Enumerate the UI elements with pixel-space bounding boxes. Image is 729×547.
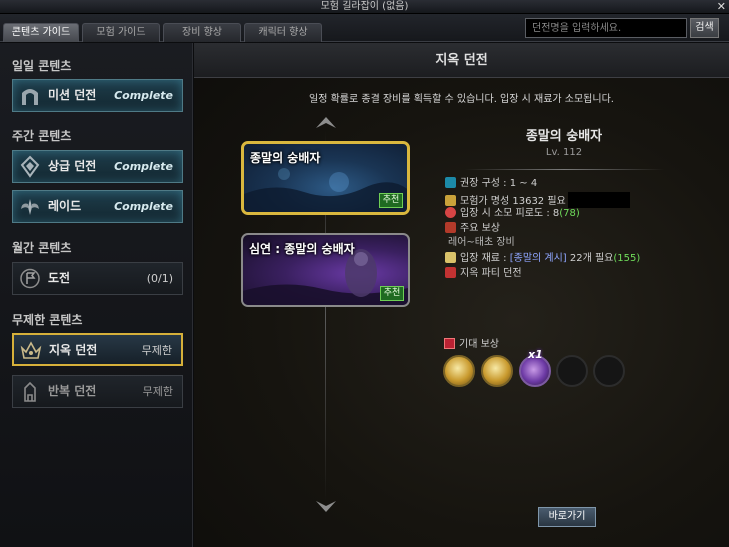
dungeon-card-doom-worshipper[interactable]: 종말의 숭배자 추천 — [241, 141, 410, 215]
section-label-unlimited: 무제한 콘텐츠 — [12, 313, 83, 327]
dungeon-card-title: 심연 : 종말의 숭배자 — [249, 242, 355, 256]
sidebar-item-raid[interactable]: 레이드 Complete — [12, 190, 183, 223]
gate-icon — [22, 89, 38, 105]
tab-character-upgrade[interactable]: 캐릭터 향상 — [244, 23, 322, 42]
hell-crown-icon — [20, 341, 42, 359]
crest-icon — [20, 155, 40, 178]
main-panel: 지옥 던전 일정 확률로 종결 장비를 획득할 수 있습니다. 입장 시 재료가… — [194, 43, 729, 547]
sidebar-item-repeat-dungeon[interactable]: 반복 던전 무제한 — [12, 375, 183, 408]
dungeon-card-title: 종말의 숭배자 — [250, 151, 321, 165]
fatigue-icon — [445, 207, 456, 218]
sidebar-item-label: 지옥 던전 — [49, 343, 98, 357]
flag-icon — [20, 268, 40, 289]
hell-party-icon — [445, 267, 456, 278]
info-row-party-type: 지옥 파티 던전 — [445, 267, 522, 281]
section-label-monthly: 월간 콘텐츠 — [12, 241, 72, 255]
dungeon-description: 일정 확률로 종결 장비를 획득할 수 있습니다. 입장 시 재료가 소모됩니다… — [309, 94, 614, 105]
info-row-main-reward: 주요 보상 — [445, 222, 500, 236]
fame-icon — [445, 195, 456, 206]
search-button[interactable]: 검색 — [690, 18, 719, 38]
window-title-bar: 모험 길라잡이 (없음) ✕ — [0, 0, 729, 14]
reward-chest-icon — [444, 338, 455, 349]
wings-icon — [21, 199, 39, 215]
status-unlimited: 무제한 — [141, 344, 172, 357]
reward-chest-icon — [445, 222, 456, 233]
sidebar-item-advanced-dungeon[interactable]: 상급 던전 Complete — [12, 150, 183, 183]
dungeon-detail-level: Lv. 112 — [545, 147, 583, 158]
redacted-box — [567, 192, 630, 208]
tab-adventure-guide[interactable]: 모험 가이드 — [82, 23, 160, 42]
sidebar-item-label: 반복 던전 — [48, 384, 97, 398]
status-complete: Complete — [114, 200, 173, 213]
sidebar-item-label: 레이드 — [48, 199, 82, 213]
main-reward-value: 레어~태초 장비 — [448, 237, 515, 248]
sidebar: 일일 콘텐츠 미션 던전 Complete 주간 콘텐츠 상급 던전 Compl… — [0, 43, 193, 547]
section-label-weekly: 주간 콘텐츠 — [12, 129, 72, 143]
gold-mystery-icon[interactable] — [481, 355, 513, 387]
recommend-badge: 추천 — [380, 286, 404, 301]
info-row-party: 권장 구성 : 1 ~ 4 — [445, 177, 537, 191]
sidebar-item-label: 도전 — [48, 271, 71, 285]
tab-equipment-upgrade[interactable]: 장비 향상 — [163, 23, 241, 42]
sidebar-item-challenge[interactable]: 도전 (0/1) — [12, 262, 183, 295]
page-title: 지옥 던전 — [435, 53, 488, 68]
detail-divider — [464, 169, 664, 170]
sidebar-item-label: 상급 던전 — [48, 159, 97, 173]
party-icon — [445, 177, 456, 188]
info-row-fame: 모험가 명성 13632 필요 — [445, 192, 630, 208]
reward-multiplier: x1 — [528, 348, 543, 361]
main-header: 지옥 던전 — [194, 43, 729, 78]
expected-reward-label: 기대 보상 — [444, 335, 499, 350]
tab-content-guide[interactable]: 콘텐츠 가이드 — [3, 23, 79, 42]
key-icon — [445, 252, 456, 263]
dungeon-card-abyss-doom-worshipper[interactable]: 심연 : 종말의 숭배자 추천 — [241, 233, 410, 307]
window-title: 모험 길라잡이 (없음) — [320, 1, 409, 12]
dungeon-search-input[interactable] — [525, 18, 687, 38]
empty-reward-slot — [593, 355, 625, 387]
gold-equipment-icon[interactable] — [443, 355, 475, 387]
scroll-down-icon[interactable] — [313, 498, 339, 516]
info-row-material: 입장 재료 : [종말의 계시] 22개 필요(155) — [445, 252, 640, 266]
section-label-daily: 일일 콘텐츠 — [12, 59, 72, 73]
close-icon[interactable]: ✕ — [717, 0, 726, 14]
tower-icon — [24, 381, 36, 402]
sidebar-item-mission-dungeon[interactable]: 미션 던전 Complete — [12, 79, 183, 112]
sidebar-item-label: 미션 던전 — [48, 88, 97, 102]
sidebar-item-hell-dungeon[interactable]: 지옥 던전 무제한 — [12, 333, 183, 366]
status-complete: Complete — [114, 89, 173, 102]
info-row-fatigue: 입장 시 소모 피로도 : 8(78) — [445, 207, 580, 221]
scroll-up-icon[interactable] — [313, 113, 339, 131]
status-unlimited: 무제한 — [142, 385, 173, 398]
empty-reward-slot — [556, 355, 588, 387]
recommend-badge: 추천 — [379, 193, 403, 208]
challenge-count: (0/1) — [146, 272, 173, 285]
status-complete: Complete — [114, 160, 173, 173]
go-shortcut-button[interactable]: 바로가기 — [538, 507, 596, 527]
dungeon-detail-name: 종말의 숭배자 — [525, 129, 603, 144]
